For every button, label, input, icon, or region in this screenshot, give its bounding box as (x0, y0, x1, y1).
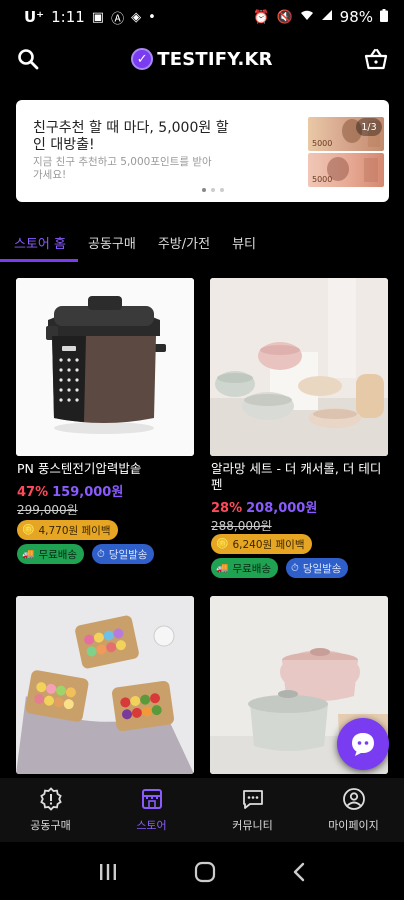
free-shipping-label: 무료배송 (38, 548, 78, 561)
back-button[interactable] (292, 862, 306, 886)
coin-icon: 🪙 (216, 538, 229, 550)
tab-store-home[interactable]: 스토어 홈 (14, 222, 66, 262)
truck-icon: 🚚 (216, 562, 229, 574)
banner-pager: 1/3 (356, 118, 382, 136)
app-notification-icon: Ⓐ (111, 11, 125, 27)
nav-mypage-label: 마이페이지 (328, 819, 379, 832)
logo-text: TESTIFY.KR (157, 48, 273, 70)
payback-label: 6,240원 페이백 (232, 538, 305, 551)
truck-icon: 🚚 (22, 548, 35, 560)
sale-price: 159,000원 (52, 485, 124, 500)
bottom-nav: 공동구매 스토어 커뮤니티 마이페이지 (0, 778, 404, 842)
original-price: 299,000원 (17, 503, 78, 517)
battery-icon (380, 8, 388, 26)
wifi-icon (300, 9, 314, 25)
carrier-label: U⁺ (24, 8, 45, 26)
banknote-image: 5000 (308, 153, 384, 187)
chat-icon (242, 790, 263, 809)
tab-beauty[interactable]: 뷰티 (232, 222, 256, 262)
mute-icon: 🔇 (276, 9, 293, 25)
payback-label: 4,770원 페이백 (38, 524, 111, 537)
tab-kitchen-appliance[interactable]: 주방/가전 (158, 222, 210, 262)
signal-icon (321, 9, 333, 25)
home-icon (194, 861, 216, 883)
gallery-notification-icon: ▣ (91, 9, 105, 25)
status-right: ⏰ 🔇 98% (253, 8, 388, 26)
chat-bubble-icon (352, 733, 374, 756)
nav-community-label: 커뮤니티 (232, 819, 273, 832)
banner-dot (211, 188, 215, 192)
product-image (16, 278, 194, 456)
clock: 1:11 (51, 8, 85, 26)
discount-rate: 28% (211, 501, 243, 516)
logo-check-icon: ✓ (131, 48, 154, 70)
more-notifications-icon: • (148, 9, 156, 25)
nav-notification-icon: ◈ (131, 9, 142, 25)
app-logo[interactable]: ✓ TESTIFY.KR (131, 48, 273, 70)
system-nav-bar (0, 848, 404, 900)
discount-rate: 47% (17, 485, 49, 500)
search-button[interactable] (14, 45, 42, 73)
payback-badge: 🪙 4,770원 페이백 (17, 520, 118, 540)
search-icon (18, 49, 39, 70)
banknote-value: 5000 (312, 139, 333, 148)
same-day-badge: ⏱ 당일발송 (92, 544, 155, 564)
back-chevron-icon (293, 862, 305, 882)
banner-title: 친구추천 할 때 마다, 5,000원 할인 대방출! (33, 120, 229, 153)
battery-percent: 98% (339, 8, 373, 26)
banner-dots (202, 188, 224, 192)
clock-icon: ⏱ (97, 548, 105, 560)
user-circle-icon (342, 788, 365, 810)
category-tabs: 스토어 홈 공동구매 주방/가전 뷰티 (0, 222, 404, 262)
home-button[interactable] (194, 861, 216, 887)
clock-icon: ⏱ (291, 562, 299, 574)
same-day-label: 당일발송 (302, 562, 342, 575)
nav-group-buy-label: 공동구매 (30, 819, 71, 832)
status-left: U⁺ 1:11 ▣ Ⓐ ◈ • (24, 8, 156, 27)
free-shipping-label: 무료배송 (232, 562, 272, 575)
nav-mypage[interactable]: 마이페이지 (303, 778, 404, 842)
basket-icon (364, 48, 388, 70)
chat-fab[interactable] (337, 718, 389, 770)
recents-icon (100, 864, 116, 880)
product-title: PN 풍스텐전기압력밥솥 (17, 461, 142, 476)
recents-button[interactable] (98, 862, 118, 886)
nav-community[interactable]: 커뮤니티 (202, 778, 303, 842)
nav-group-buy[interactable]: 공동구매 (0, 778, 101, 842)
banner-dot (202, 188, 206, 192)
sale-price: 208,000원 (246, 501, 318, 516)
product-image (16, 596, 194, 774)
nav-store-label: 스토어 (136, 819, 167, 832)
product-image (210, 278, 388, 456)
nav-store[interactable]: 스토어 (101, 778, 202, 842)
free-shipping-badge: 🚚 무료배송 (17, 544, 85, 564)
payback-badge: 🪙 6,240원 페이백 (211, 534, 312, 554)
banner-dot (220, 188, 224, 192)
tab-group-buy[interactable]: 공동구매 (88, 222, 136, 262)
coin-icon: 🪙 (22, 524, 35, 536)
same-day-label: 당일발송 (108, 548, 148, 561)
active-tab-indicator (0, 259, 78, 262)
banknote-value: 5000 (312, 175, 333, 184)
alarm-icon: ⏰ (253, 9, 270, 25)
promo-banner[interactable]: 친구추천 할 때 마다, 5,000원 할인 대방출! 지금 친구 추천하고 5… (16, 100, 389, 202)
free-shipping-badge: 🚚 무료배송 (211, 558, 279, 578)
banner-subtitle: 지금 친구 추천하고 5,000포인트를 받아가세요! (33, 156, 212, 181)
app-header: ✓ TESTIFY.KR (0, 36, 404, 82)
product-title: 알라망 세트 - 더 캐서롤, 더 테디펜 (211, 461, 382, 492)
price-row: 47% 159,000원 (17, 481, 123, 500)
price-row: 28% 208,000원 (211, 497, 317, 516)
same-day-badge: ⏱ 당일발송 (286, 558, 349, 578)
store-icon (141, 789, 162, 809)
badge-alert-icon (39, 787, 62, 811)
status-bar: U⁺ 1:11 ▣ Ⓐ ◈ • ⏰ 🔇 98% (0, 0, 404, 34)
cart-button[interactable] (362, 45, 390, 73)
original-price: 288,000원 (211, 519, 272, 533)
